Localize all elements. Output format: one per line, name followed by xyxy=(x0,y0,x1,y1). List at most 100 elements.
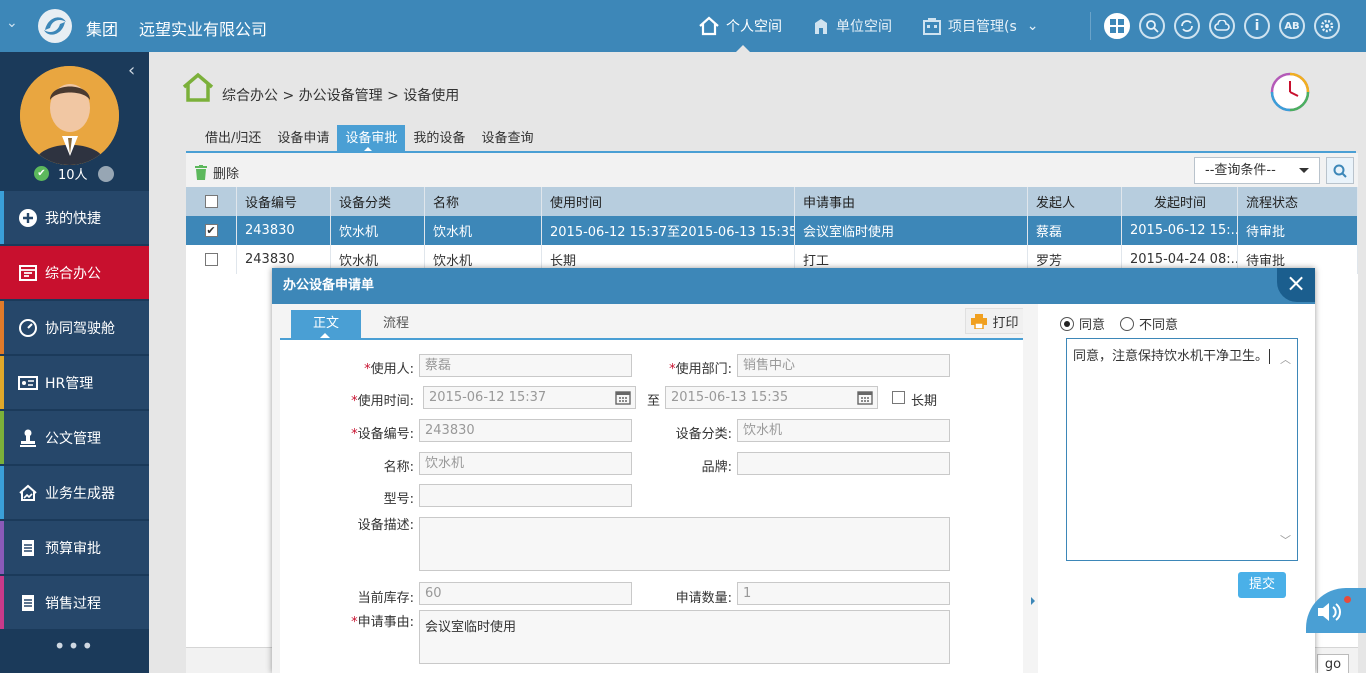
name-field[interactable]: 饮水机 xyxy=(419,452,632,475)
text-cursor xyxy=(1269,349,1271,364)
stamp-icon xyxy=(20,429,36,447)
start-time-value: 2015-06-12 15:37 xyxy=(429,390,547,405)
tab-device-query[interactable]: 设备查询 xyxy=(473,125,541,152)
grid-icon[interactable] xyxy=(1104,13,1130,39)
category-field[interactable]: 饮水机 xyxy=(737,419,950,442)
table-cell: 饮水机 xyxy=(425,216,542,245)
approval-panel: 同意 不同意 同意，注意保持饮水机干净卫生。 ︿ ﹀ 提交 xyxy=(1038,304,1315,673)
opinion-textarea[interactable]: 同意，注意保持饮水机干净卫生。 ︿ ﹀ xyxy=(1066,338,1298,561)
home-icon[interactable] xyxy=(181,72,215,102)
sidebar-item-label: 业务生成器 xyxy=(45,485,115,502)
code-label: *设备编号: xyxy=(351,427,414,442)
reason-textarea[interactable]: 会议室临时使用 xyxy=(419,610,950,664)
sidebar-item-business-builder[interactable]: 业务生成器 xyxy=(0,466,149,519)
tab-device-approval[interactable]: 设备审批 xyxy=(337,125,406,152)
dialog-form-area: 正文 流程 打印 *使用人: 蔡磊 *使用部门: 销售中心 *使用时间: 201… xyxy=(280,304,1025,673)
sidebar-item-my-shortcuts[interactable]: 我的快捷 xyxy=(0,191,149,244)
query-condition-value: --查询条件-- xyxy=(1205,163,1276,178)
table-row[interactable]: ✔ 243830 饮水机 饮水机 2015-06-12 15:37至2015-0… xyxy=(186,216,1358,245)
avatar[interactable] xyxy=(20,66,119,165)
column-header[interactable]: 名称 xyxy=(425,187,542,216)
calendar-icon[interactable] xyxy=(857,390,873,405)
collapse-chevron-icon[interactable]: ‹ xyxy=(128,60,135,81)
query-condition-select[interactable]: --查询条件-- xyxy=(1194,157,1320,184)
column-header[interactable]: 设备分类 xyxy=(331,187,425,216)
dashboard-icon xyxy=(19,318,37,337)
nav-personal-space[interactable]: 个人空间 xyxy=(698,0,782,52)
desc-textarea[interactable] xyxy=(419,517,950,571)
close-icon[interactable]: × xyxy=(1277,268,1315,302)
sidebar-item-budget-approval[interactable]: 预算审批 xyxy=(0,521,149,574)
refresh-icon[interactable] xyxy=(1174,13,1200,39)
column-header[interactable]: 设备编号 xyxy=(237,187,331,216)
approve-radio[interactable]: 同意 xyxy=(1060,314,1105,333)
qty-field[interactable]: 1 xyxy=(737,582,950,605)
query-search-button[interactable] xyxy=(1326,157,1354,184)
select-all-checkbox[interactable] xyxy=(204,195,218,208)
nav-unit-space[interactable]: 单位空间 xyxy=(812,0,892,52)
scroll-up-icon[interactable]: ︿ xyxy=(1280,351,1291,367)
calendar-icon[interactable] xyxy=(615,390,631,405)
device-form: *使用人: 蔡磊 *使用部门: 销售中心 *使用时间: 2015-06-12 1… xyxy=(280,340,1023,673)
longterm-checkbox[interactable] xyxy=(892,391,905,404)
table-cell: 会议室临时使用 xyxy=(795,216,1028,245)
menu-toggle-chevron-icon[interactable]: ⌄ xyxy=(6,15,18,31)
stock-field[interactable]: 60 xyxy=(419,582,632,605)
model-field[interactable] xyxy=(419,484,632,507)
nav-project-management[interactable]: 项目管理(s ⌄ xyxy=(922,0,1039,52)
cloud-icon[interactable] xyxy=(1209,13,1235,39)
document-icon xyxy=(22,594,34,611)
end-time-field[interactable]: 2015-06-13 15:35 xyxy=(665,386,878,409)
panel-splitter[interactable] xyxy=(1023,304,1038,673)
info-icon[interactable]: i xyxy=(1244,13,1270,39)
row-checkbox[interactable] xyxy=(204,253,218,266)
sidebar-item-label: HR管理 xyxy=(45,375,94,392)
ab-icon[interactable]: AB xyxy=(1279,13,1305,39)
top-nav: 个人空间 单位空间 项目管理(s ⌄ xyxy=(698,0,1069,52)
more-icon[interactable]: ••• xyxy=(0,631,149,671)
tab-workflow[interactable]: 流程 xyxy=(361,310,431,338)
chevron-down-icon[interactable]: ⌄ xyxy=(1027,18,1039,34)
print-button[interactable]: 打印 xyxy=(965,308,1025,334)
start-time-field[interactable]: 2015-06-12 15:37 xyxy=(423,386,636,409)
tab-device-apply[interactable]: 设备申请 xyxy=(269,125,337,152)
plus-circle-icon xyxy=(19,208,37,227)
column-header[interactable]: 发起人 xyxy=(1028,187,1122,216)
sidebar-item-label: 综合办公 xyxy=(45,265,101,282)
nav-label: 项目管理(s xyxy=(948,19,1017,35)
sidebar-item-documents[interactable]: 公文管理 xyxy=(0,411,149,464)
gear-icon[interactable] xyxy=(1314,13,1340,39)
submit-button[interactable]: 提交 xyxy=(1238,572,1286,598)
user-label: *使用人: xyxy=(364,362,414,377)
column-header[interactable]: 申请事由 xyxy=(795,187,1028,216)
delete-button[interactable]: 删除 xyxy=(194,163,239,182)
sidebar-item-label: 公文管理 xyxy=(45,430,101,447)
column-header[interactable]: 使用时间 xyxy=(542,187,795,216)
column-header[interactable]: 发起时间 xyxy=(1122,187,1238,216)
code-field[interactable]: 243830 xyxy=(419,419,632,442)
tab-main-text[interactable]: 正文 xyxy=(291,310,361,338)
tab-borrow-return[interactable]: 借出/归还 xyxy=(197,125,269,152)
sidebar-item-dashboard[interactable]: 协同驾驶舱 xyxy=(0,301,149,354)
sidebar-item-sales-process[interactable]: 销售过程 xyxy=(0,576,149,629)
company-name: 远望实业有限公司 xyxy=(139,20,268,39)
tab-my-devices[interactable]: 我的设备 xyxy=(405,125,473,152)
brand-field[interactable] xyxy=(737,452,950,475)
sidebar-item-hr[interactable]: HR管理 xyxy=(0,356,149,409)
time-to-label: 至 xyxy=(646,394,660,409)
chevron-down-icon xyxy=(1299,168,1309,178)
user-icon[interactable] xyxy=(97,165,114,182)
qty-label: 申请数量: xyxy=(675,591,732,606)
dept-field[interactable]: 销售中心 xyxy=(737,354,950,377)
reject-radio[interactable]: 不同意 xyxy=(1120,314,1178,333)
sidebar-item-office[interactable]: 综合办公 xyxy=(0,246,149,299)
column-header[interactable]: 流程状态 xyxy=(1238,187,1358,216)
go-button[interactable]: go xyxy=(1317,654,1349,673)
user-field[interactable]: 蔡磊 xyxy=(419,354,632,377)
device-request-dialog: 办公设备申请单 × 正文 流程 打印 *使用人: 蔡磊 *使用部门: 销售中心 … xyxy=(272,268,1315,673)
document-icon xyxy=(22,539,34,556)
scroll-down-icon[interactable]: ﹀ xyxy=(1280,532,1291,548)
office-icon xyxy=(19,264,37,281)
row-checkbox-checked[interactable]: ✔ xyxy=(204,224,218,237)
search-icon[interactable] xyxy=(1139,13,1165,39)
